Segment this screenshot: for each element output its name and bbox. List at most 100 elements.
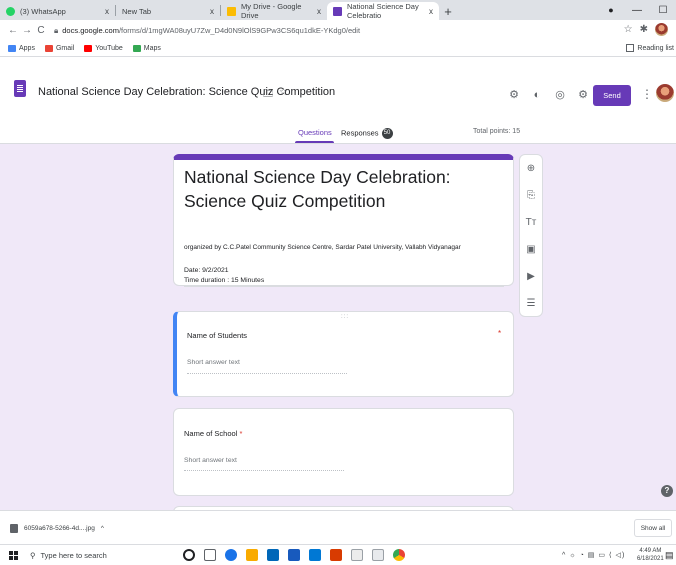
close-icon[interactable]: x <box>105 7 109 16</box>
store-icon[interactable] <box>267 549 279 561</box>
cortana-icon[interactable] <box>183 549 195 561</box>
header-actions: ⚙︎ ◐ ◎ ⚙︎ <box>508 88 589 102</box>
taskbar-apps <box>183 549 405 561</box>
close-icon[interactable]: x <box>210 7 214 16</box>
system-tray[interactable]: ^ ☼ ◔ ▤ ▭ ⟨ ◁) <box>562 551 625 559</box>
url-host: docs.google.com <box>62 26 119 35</box>
send-button[interactable]: Send <box>593 85 631 106</box>
notifications-icon[interactable]: ▤ <box>665 550 674 561</box>
new-tab-button[interactable]: + <box>439 2 457 20</box>
tab-new-tab[interactable]: New Tab x <box>116 2 220 20</box>
question-title[interactable]: Name of Students <box>187 331 247 340</box>
avatar[interactable] <box>655 23 668 36</box>
form-title[interactable]: National Science Day Celebration: Scienc… <box>184 165 504 213</box>
import-questions-icon[interactable]: ⎘ <box>524 187 538 204</box>
download-item[interactable]: 6059a678-5266-4d....jpg ^ <box>10 524 104 533</box>
question-card[interactable]: ::: Name of Students * Short answer text <box>173 311 514 397</box>
show-all-button[interactable]: Show all <box>634 519 672 537</box>
tab-google-drive[interactable]: My Drive - Google Drive x <box>221 2 327 20</box>
back-icon[interactable]: ← <box>6 25 20 36</box>
folder-icon[interactable]: 🗀︎ <box>263 87 273 104</box>
form-date[interactable]: Date: 9/2/2021 <box>184 267 229 274</box>
chevron-up-icon[interactable]: ^ <box>101 525 104 532</box>
form-description[interactable]: organized by C.C.Patel Community Science… <box>184 244 461 251</box>
url-field[interactable]: docs.google.com/forms/d/1mgWA08uyU7Zw_D4… <box>62 26 360 35</box>
bookmark-label: Apps <box>19 45 35 52</box>
maximize-button[interactable]: ☐ <box>650 5 676 16</box>
windows-taskbar: ⚲ Type here to search ^ ☼ ◔ ▤ ▭ ⟨ ◁) 4:4… <box>0 544 676 565</box>
bookmark-label: Maps <box>143 45 161 52</box>
form-doc-title[interactable]: National Science Day Celebration: Scienc… <box>38 86 335 98</box>
mail-icon[interactable] <box>309 549 321 561</box>
active-tab-indicator <box>295 141 334 143</box>
profile-icon[interactable]: ● <box>598 5 624 15</box>
word-icon[interactable] <box>288 549 300 561</box>
tab-label: National Science Day Celebratio <box>347 2 419 20</box>
help-icon[interactable]: ? <box>661 485 673 497</box>
title-card[interactable]: National Science Day Celebration: Scienc… <box>173 154 514 287</box>
clock-time: 4:49 AM <box>639 548 662 554</box>
office-icon[interactable] <box>330 549 342 561</box>
palette-icon[interactable]: ◐ <box>531 89 543 101</box>
tab-whatsapp[interactable]: (3) WhatsApp x <box>0 2 115 20</box>
windows-start-icon[interactable] <box>9 550 18 560</box>
bookmarks-bar: Apps Gmail YouTube Maps Reading list <box>0 41 676 57</box>
extensions-icon[interactable]: ✱ <box>640 24 648 35</box>
forms-logo-icon[interactable] <box>14 80 26 97</box>
forms-header: National Science Day Celebration: Scienc… <box>0 57 676 144</box>
tab-questions[interactable]: Questions <box>298 128 332 137</box>
drag-handle-icon[interactable]: ::: <box>341 314 349 320</box>
clock-date: 6/18/2021 <box>637 556 664 562</box>
drive-icon <box>227 6 236 16</box>
required-marker: * <box>239 429 243 438</box>
lock-icon[interactable]: 🔒︎ <box>54 26 58 36</box>
add-video-icon[interactable]: ▶ <box>524 268 538 285</box>
close-icon[interactable]: x <box>429 7 433 16</box>
bookmark-apps[interactable]: Apps <box>8 45 35 52</box>
tab-label: New Tab <box>122 6 152 16</box>
app-icon[interactable] <box>372 549 384 561</box>
tab-google-form[interactable]: National Science Day Celebratio x <box>327 2 439 20</box>
question-title[interactable]: Name of School * <box>184 429 242 438</box>
answer-underline <box>184 470 344 471</box>
addons-icon[interactable]: ⚙︎ <box>508 88 520 101</box>
more-options-icon[interactable]: ⋮ <box>641 87 653 101</box>
minimize-button[interactable]: — <box>624 5 650 16</box>
chrome-icon[interactable] <box>393 549 405 561</box>
search-placeholder: Type here to search <box>40 550 107 560</box>
form-duration[interactable]: Time duration : 15 Minutes <box>184 277 264 284</box>
edge-icon[interactable] <box>225 549 237 561</box>
clock[interactable]: 4:49 AM 6/18/2021 <box>637 547 664 563</box>
question-card[interactable]: Name of School * Short answer text <box>173 408 514 496</box>
file-icon <box>10 524 18 533</box>
add-title-icon[interactable]: Tт <box>524 214 538 231</box>
forward-icon[interactable]: → <box>20 25 34 36</box>
preview-icon[interactable]: ◎ <box>554 88 566 101</box>
app-icon[interactable] <box>351 549 363 561</box>
star-icon[interactable]: ☆ <box>624 24 633 35</box>
add-image-icon[interactable]: ▣ <box>524 241 538 258</box>
tab-responses[interactable]: Responses 50 <box>341 128 393 139</box>
url-path: /forms/d/1mgWA08uyU7Zw_D4d0N9lOlS9GPw3CS… <box>118 26 361 35</box>
avatar[interactable] <box>656 84 674 102</box>
form-tabs: Questions Responses 50 Total points: 15 <box>0 125 676 144</box>
star-icon[interactable]: ☆ <box>279 87 288 104</box>
add-section-icon[interactable]: ☰ <box>524 295 538 312</box>
maps-icon <box>132 45 141 52</box>
bookmark-gmail[interactable]: Gmail <box>44 45 74 52</box>
close-icon[interactable]: x <box>317 7 321 16</box>
taskbar-search[interactable]: ⚲ Type here to search <box>30 551 150 560</box>
task-view-icon[interactable] <box>204 549 216 561</box>
reload-icon[interactable]: C <box>34 25 48 36</box>
bookmark-youtube[interactable]: YouTube <box>84 45 123 52</box>
reading-list-button[interactable]: Reading list <box>626 44 674 52</box>
whatsapp-icon <box>6 6 15 16</box>
file-explorer-icon[interactable] <box>246 549 258 561</box>
download-filename: 6059a678-5266-4d....jpg <box>24 525 95 532</box>
tab-label: (3) WhatsApp <box>20 6 66 16</box>
add-question-icon[interactable]: ⊕ <box>524 160 538 177</box>
settings-icon[interactable]: ⚙︎ <box>577 88 589 101</box>
bookmark-maps[interactable]: Maps <box>132 45 161 52</box>
title-actions: 🗀︎ ☆ <box>263 87 288 104</box>
browser-tab-strip: (3) WhatsApp x New Tab x My Drive - Goog… <box>0 0 676 20</box>
